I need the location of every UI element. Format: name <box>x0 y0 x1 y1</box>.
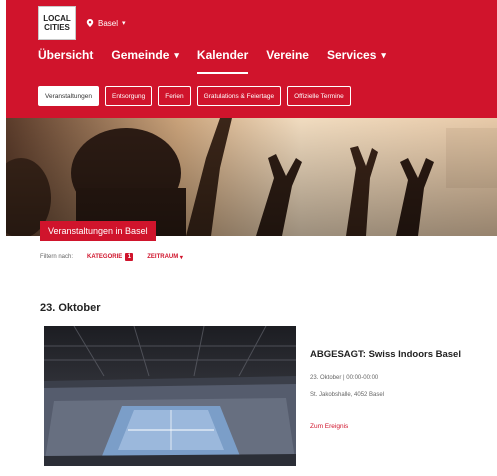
chevron-down-icon: ▾ <box>178 254 183 261</box>
nav-item-kalender[interactable]: Kalender <box>196 44 249 74</box>
event-link[interactable]: Zum Ereignis <box>310 423 348 430</box>
nav-label: Kalender <box>196 48 249 62</box>
filter-count-badge: 1 <box>125 253 134 261</box>
tab-entsorgung[interactable]: Entsorgung <box>104 86 153 106</box>
filter-bar: Filtern nach: KATEGORIE 1 ZEITRAUM ▾ <box>40 253 183 261</box>
sub-nav: Veranstaltungen Entsorgung Ferien Gratul… <box>38 86 351 106</box>
city-selector[interactable]: Basel ▾ <box>86 19 126 28</box>
chevron-down-icon: ▾ <box>381 49 386 60</box>
tab-offizielle-termine[interactable]: Offizielle Termine <box>287 86 351 106</box>
filter-category[interactable]: KATEGORIE 1 <box>87 253 134 261</box>
nav-label: Übersicht <box>38 48 94 62</box>
event-image[interactable] <box>44 326 296 466</box>
nav-label: Vereine <box>266 48 309 62</box>
nav-item-vereine[interactable]: Vereine <box>266 44 309 66</box>
event-datetime: 23. Oktober | 00:00-00:00 <box>310 375 379 381</box>
page-title: Veranstaltungen in Basel <box>40 221 156 241</box>
main-nav: Übersicht Gemeinde ▾ Kalender Vereine Se… <box>38 44 404 74</box>
nav-item-uebersicht[interactable]: Übersicht <box>38 44 93 66</box>
tab-ferien[interactable]: Ferien <box>158 86 191 106</box>
filter-date-label: ZEITRAUM <box>147 254 179 260</box>
header-topbar: LOCAL CITIES Basel ▾ <box>38 6 126 40</box>
event-location: St. Jakobshalle, 4052 Basel <box>310 392 385 398</box>
filter-category-label: KATEGORIE <box>87 254 123 260</box>
date-heading: 23. Oktober <box>40 302 101 314</box>
localcities-logo[interactable]: LOCAL CITIES <box>38 6 76 40</box>
nav-label: Services <box>326 48 377 62</box>
filter-date[interactable]: ZEITRAUM ▾ <box>147 254 183 261</box>
nav-item-gemeinde[interactable]: Gemeinde ▾ <box>111 44 179 66</box>
nav-item-services[interactable]: Services ▾ <box>327 44 386 66</box>
hero-image <box>6 118 497 236</box>
filter-label: Filtern nach: <box>40 254 74 260</box>
tennis-arena-image <box>44 326 296 466</box>
logo-line-2: CITIES <box>44 23 70 32</box>
chevron-down-icon: ▾ <box>122 20 126 27</box>
tab-gratulations-feiertage[interactable]: Gratulations & Feiertage <box>196 86 282 106</box>
tab-veranstaltungen[interactable]: Veranstaltungen <box>38 86 99 106</box>
chevron-down-icon: ▾ <box>174 49 179 60</box>
concert-crowd-image <box>6 118 497 236</box>
location-pin-icon <box>86 19 94 27</box>
logo-line-1: LOCAL <box>43 14 71 23</box>
city-name: Basel <box>98 18 119 28</box>
event-title[interactable]: ABGESAGT: Swiss Indoors Basel <box>310 349 461 360</box>
nav-label: Gemeinde <box>111 48 170 62</box>
